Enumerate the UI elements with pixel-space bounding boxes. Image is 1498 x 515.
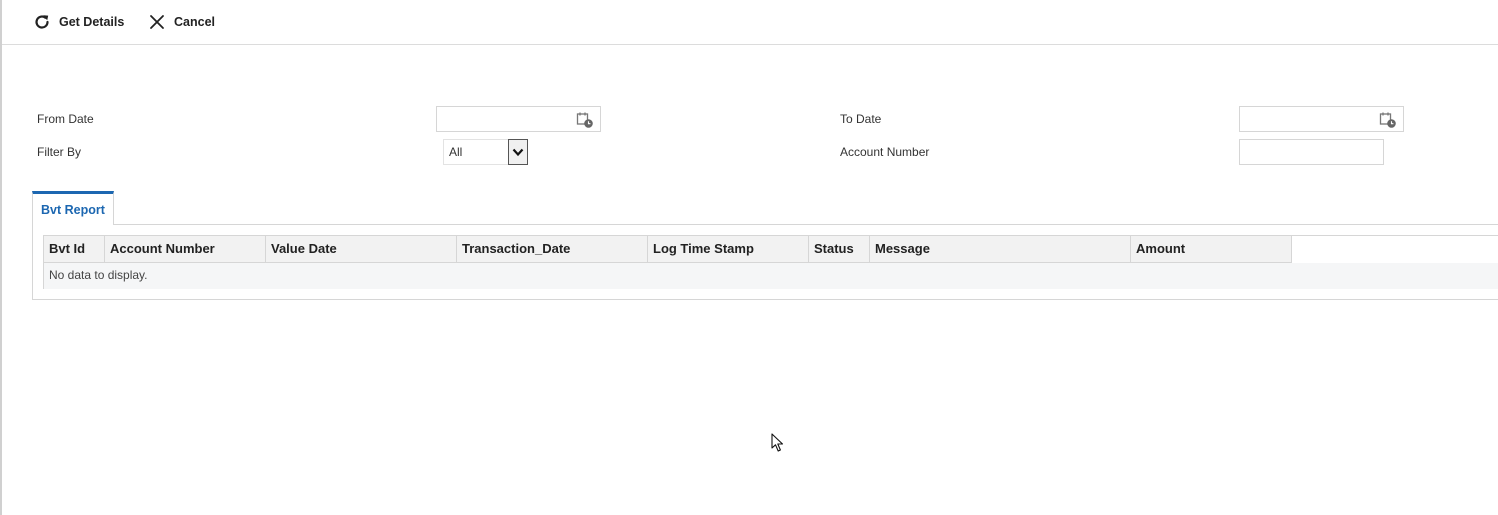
column-header-account-number[interactable]: Account Number — [105, 236, 266, 262]
filter-by-value[interactable]: All — [443, 139, 509, 165]
get-details-label: Get Details — [59, 15, 125, 29]
mouse-cursor-icon — [771, 433, 784, 452]
cancel-button[interactable]: Cancel — [148, 12, 215, 32]
table-body: No data to display. — [44, 263, 1498, 289]
calendar-icon[interactable] — [1379, 111, 1397, 129]
from-date-field — [436, 106, 601, 132]
left-border — [0, 0, 2, 515]
filter-by-select[interactable]: All — [443, 139, 528, 165]
table-header: Bvt Id Account Number Value Date Transac… — [44, 236, 1292, 263]
column-header-bvt-id[interactable]: Bvt Id — [44, 236, 105, 262]
bvt-report-table: Bvt Id Account Number Value Date Transac… — [43, 235, 1498, 289]
cancel-label: Cancel — [174, 15, 215, 29]
to-date-field — [1239, 106, 1404, 132]
get-details-button[interactable]: Get Details — [33, 12, 124, 32]
column-header-amount[interactable]: Amount — [1131, 236, 1292, 262]
refresh-icon — [35, 15, 49, 29]
from-date-label: From Date — [37, 112, 94, 126]
empty-message: No data to display. — [49, 268, 148, 282]
column-header-transaction-date[interactable]: Transaction_Date — [457, 236, 648, 262]
account-number-label: Account Number — [840, 145, 930, 159]
to-date-input[interactable] — [1240, 107, 1385, 131]
close-icon — [150, 15, 164, 29]
dropdown-button[interactable] — [508, 139, 528, 165]
column-header-log-time-stamp[interactable]: Log Time Stamp — [648, 236, 809, 262]
tab-label: Bvt Report — [41, 202, 105, 217]
column-header-status[interactable]: Status — [809, 236, 870, 262]
filter-by-label: Filter By — [37, 145, 82, 159]
from-date-input[interactable] — [437, 107, 582, 131]
column-header-value-date[interactable]: Value Date — [266, 236, 457, 262]
chevron-down-icon — [512, 148, 524, 157]
tab-bvt-report[interactable]: Bvt Report — [32, 191, 114, 225]
column-header-message[interactable]: Message — [870, 236, 1131, 262]
calendar-icon[interactable] — [576, 111, 594, 129]
toolbar: Get Details Cancel — [2, 0, 1498, 45]
to-date-label: To Date — [840, 112, 882, 126]
account-number-input[interactable] — [1239, 139, 1384, 165]
